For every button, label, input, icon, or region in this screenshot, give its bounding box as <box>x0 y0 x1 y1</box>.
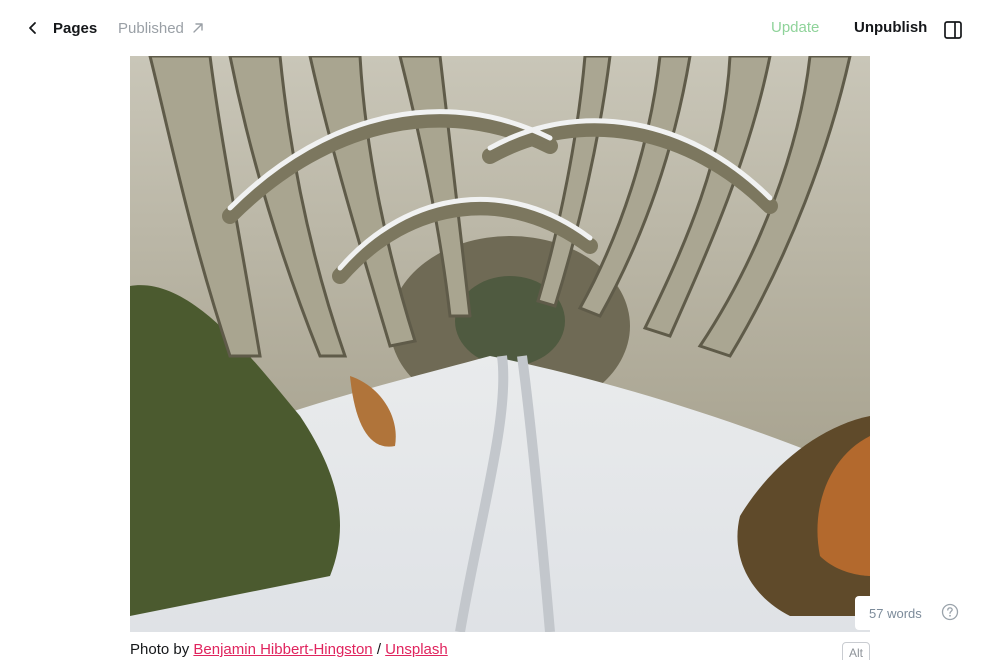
image-caption[interactable]: Photo by Benjamin Hibbert-Hingston / Uns… <box>130 641 448 660</box>
sidebar-toggle-icon[interactable] <box>942 19 964 41</box>
word-count: 57 words <box>869 605 922 621</box>
caption-author-link[interactable]: Benjamin Hibbert-Hingston <box>193 641 372 658</box>
published-status-link[interactable]: Published <box>118 16 205 40</box>
caption-prefix: Photo by <box>130 641 194 658</box>
update-button[interactable]: Update <box>771 16 819 40</box>
alt-text-button[interactable]: Alt <box>842 642 870 660</box>
arrow-up-right-icon <box>193 23 203 33</box>
feature-image[interactable] <box>130 56 870 632</box>
help-circle-icon[interactable] <box>941 603 959 621</box>
editor-header: Pages Published Update Unpublish <box>0 0 1000 56</box>
back-to-pages-link[interactable]: Pages <box>24 16 97 40</box>
tree-tunnel-photo <box>130 56 870 632</box>
caption-separator: / <box>372 641 386 658</box>
chevron-left-icon <box>29 22 36 34</box>
caption-source-link[interactable]: Unsplash <box>385 641 448 658</box>
status-label: Published <box>118 19 184 37</box>
unpublish-button[interactable]: Unpublish <box>854 16 927 40</box>
back-label: Pages <box>53 19 98 37</box>
